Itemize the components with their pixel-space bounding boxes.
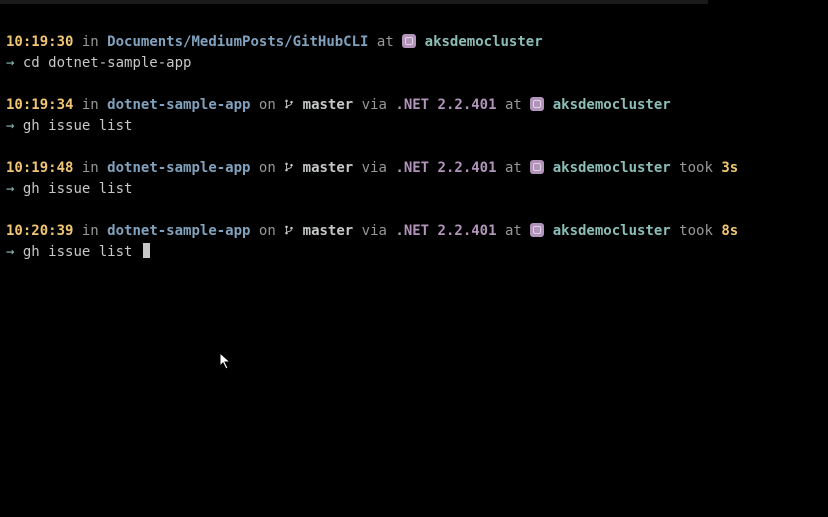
prompt-line: 10:20:39 in dotnet-sample-app on master …	[6, 221, 822, 242]
prompt-line: 10:19:30 in Documents/MediumPosts/GitHub…	[6, 32, 822, 53]
prompt-block: 10:19:30 in Documents/MediumPosts/GitHub…	[6, 32, 822, 74]
kube-icon	[530, 223, 544, 237]
prompt-block: 10:19:48 in dotnet-sample-app on master …	[6, 158, 822, 200]
kube-context: aksdemocluster	[425, 34, 543, 50]
duration: 8s	[721, 223, 738, 239]
prompt-arrow-icon: →	[6, 55, 14, 71]
kube-context: aksdemocluster	[553, 160, 671, 176]
prompt-block: 10:19:34 in dotnet-sample-app on master …	[6, 95, 822, 137]
prompt-line: 10:19:34 in dotnet-sample-app on master …	[6, 95, 822, 116]
duration: 3s	[721, 160, 738, 176]
git-branch-icon	[284, 160, 294, 176]
command-line: → gh issue list	[6, 179, 822, 200]
command-text: cd dotnet-sample-app	[23, 55, 192, 71]
git-branch: master	[303, 223, 354, 239]
runtime: .NET 2.2.401	[395, 97, 496, 113]
command-line: → gh issue list	[6, 116, 822, 137]
label-via: via	[362, 160, 387, 176]
prompt-arrow-icon: →	[6, 244, 14, 260]
prompt-line: 10:19:48 in dotnet-sample-app on master …	[6, 158, 822, 179]
command-text: gh issue list	[23, 181, 133, 197]
command-text: gh issue list	[23, 118, 133, 134]
label-at: at	[505, 160, 522, 176]
runtime: .NET 2.2.401	[395, 160, 496, 176]
command-text: gh issue list	[23, 244, 133, 260]
label-took: took	[679, 223, 713, 239]
timestamp: 10:19:48	[6, 160, 73, 176]
command-line[interactable]: → gh issue list	[6, 242, 822, 263]
label-at: at	[505, 97, 522, 113]
kube-icon	[530, 160, 544, 174]
kube-icon	[530, 97, 544, 111]
label-in: in	[82, 34, 99, 50]
prompt-arrow-icon: →	[6, 181, 14, 197]
prompt-block: 10:20:39 in dotnet-sample-app on master …	[6, 221, 822, 263]
kube-icon	[402, 34, 416, 48]
label-in: in	[82, 160, 99, 176]
runtime: .NET 2.2.401	[395, 223, 496, 239]
git-branch: master	[303, 160, 354, 176]
git-branch: master	[303, 97, 354, 113]
mouse-pointer-icon	[219, 352, 233, 372]
window-titlebar	[0, 0, 708, 4]
label-in: in	[82, 97, 99, 113]
label-in: in	[82, 223, 99, 239]
kube-context: aksdemocluster	[553, 97, 671, 113]
label-on: on	[259, 160, 276, 176]
kube-context: aksdemocluster	[553, 223, 671, 239]
label-on: on	[259, 223, 276, 239]
directory: dotnet-sample-app	[107, 160, 250, 176]
label-via: via	[362, 223, 387, 239]
label-at: at	[377, 34, 394, 50]
directory: dotnet-sample-app	[107, 223, 250, 239]
timestamp: 10:19:34	[6, 97, 73, 113]
timestamp: 10:19:30	[6, 34, 73, 50]
git-branch-icon	[284, 223, 294, 239]
text-cursor	[143, 243, 150, 258]
command-line: → cd dotnet-sample-app	[6, 53, 822, 74]
prompt-arrow-icon: →	[6, 118, 14, 134]
label-at: at	[505, 223, 522, 239]
timestamp: 10:20:39	[6, 223, 73, 239]
directory: Documents/MediumPosts/GitHubCLI	[107, 34, 368, 50]
git-branch-icon	[284, 97, 294, 113]
terminal-output[interactable]: 10:19:30 in Documents/MediumPosts/GitHub…	[6, 32, 822, 263]
label-took: took	[679, 160, 713, 176]
label-on: on	[259, 97, 276, 113]
directory: dotnet-sample-app	[107, 97, 250, 113]
label-via: via	[362, 97, 387, 113]
